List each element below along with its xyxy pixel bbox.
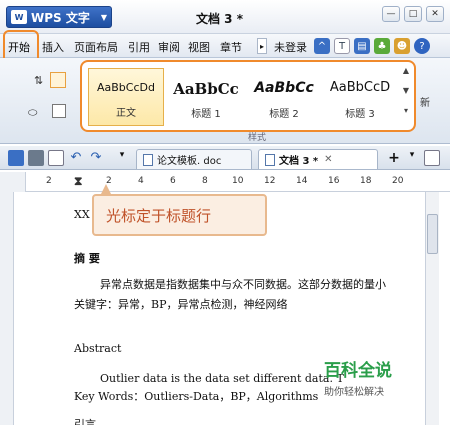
window-split-icon[interactable] [424, 150, 440, 166]
style-heading-1[interactable]: AaBbCc 标题 1 [168, 68, 244, 126]
ruler-number: 4 [138, 176, 144, 186]
ruler-number: 8 [202, 176, 208, 186]
ruler-number: 14 [296, 176, 308, 186]
menu-tab-insert[interactable]: 插入 [42, 39, 64, 55]
style-normal[interactable]: AaBbCcDd 正文 [88, 68, 164, 126]
close-tab-icon[interactable]: ✕ [324, 154, 332, 165]
help-icon[interactable]: ? [414, 38, 430, 54]
ruler-number: 12 [264, 176, 276, 186]
tab-list-dropdown-icon[interactable]: ▾ [404, 150, 420, 166]
window-controls: — □ ✕ [382, 6, 444, 22]
close-button[interactable]: ✕ [426, 6, 444, 22]
abstract-body-en[interactable]: Outlier data is the data set different d… [100, 372, 344, 385]
ruler-number: 6 [170, 176, 176, 186]
watermark-title: 百科全说 [324, 361, 392, 381]
keywords-en[interactable]: Key Words：Outliers-Data，BP，Algorithms [74, 388, 318, 404]
vertical-ruler [0, 192, 14, 425]
style-gallery: AaBbCcDd 正文 AaBbCc 标题 1 AaBbCc 标题 2 AaBb… [80, 60, 416, 132]
save-icon[interactable] [8, 150, 24, 166]
watermark-subtitle: 助你轻松解决 [324, 387, 384, 398]
ruler-number: 16 [328, 176, 340, 186]
intro-heading[interactable]: 引言 [74, 416, 96, 425]
ruler-number: 10 [232, 176, 244, 186]
ruler-corner [0, 172, 26, 192]
doc-tab-label: 文档 3 * [279, 156, 319, 167]
style-normal-label: 正文 [116, 108, 136, 119]
style-heading-2[interactable]: AaBbCc 标题 2 [246, 68, 322, 126]
more-styles-icon[interactable]: ▾ [400, 106, 412, 126]
document-icon [143, 153, 153, 166]
abstract-heading-en[interactable]: Abstract [74, 342, 121, 355]
chevron-down-icon: ▼ [100, 12, 107, 22]
format-painter-icon[interactable]: ⇅ [34, 74, 43, 87]
ribbon-group-label: 样式 [248, 133, 267, 143]
doc-tab-document-3[interactable]: 文档 3 * ✕ [258, 149, 378, 169]
wps-app-menu-button[interactable]: W WPS 文字 ▼ [6, 6, 112, 28]
doc-title-line[interactable]: XX [74, 208, 90, 221]
scrollbar-thumb[interactable] [427, 214, 438, 254]
app-menu-label: WPS 文字 [31, 10, 90, 25]
menu-tab-reference[interactable]: 引用 [128, 39, 150, 55]
style-heading-3-label: 标题 3 [345, 109, 375, 120]
menu-scroll-right-icon[interactable]: ▸ [257, 38, 267, 54]
shirt-icon[interactable]: T [334, 38, 350, 54]
watermark: 百科全说 助你轻松解决 [324, 356, 424, 398]
keywords-cn[interactable]: 关键字：异常，BP，异常点检测，神经网络 [74, 296, 287, 312]
skin-icon[interactable]: ^ [314, 38, 330, 54]
vertical-scrollbar[interactable] [425, 192, 439, 425]
abstract-heading-cn[interactable]: 摘 要 [74, 250, 100, 266]
style-normal-sample: AaBbCcDd [97, 81, 155, 94]
style-heading-2-label: 标题 2 [269, 109, 299, 120]
horizontal-ruler[interactable]: 2 ⧗ 2 4 6 8 10 12 14 16 18 20 [26, 172, 450, 192]
style-heading-3[interactable]: AaBbCcD 标题 3 [322, 68, 398, 126]
style-heading-1-label: 标题 1 [191, 109, 221, 120]
shop-icon[interactable]: ♣ [374, 38, 390, 54]
scroll-up-icon[interactable]: ▲ [400, 66, 412, 86]
style-heading-2-sample: AaBbCc [254, 80, 314, 96]
wps-logo-icon: W [11, 10, 27, 24]
menu-tab-page-layout[interactable]: 页面布局 [74, 39, 118, 55]
user-icon[interactable]: ☻ [394, 38, 410, 54]
maximize-button[interactable]: □ [404, 6, 422, 22]
redo-icon[interactable]: ↷ [88, 150, 104, 166]
menu-tab-chapter[interactable]: 章节 [220, 39, 242, 55]
print-icon[interactable] [28, 150, 44, 166]
fill-color-icon[interactable]: ⬭ [28, 106, 37, 120]
ribbon-left-tools: ⇅ ⬭ [22, 68, 72, 128]
ribbon-new-label[interactable]: 新 [420, 94, 430, 109]
style-gallery-scroll: ▲ ▼ ▾ [400, 66, 412, 128]
abstract-body-cn[interactable]: 异常点数据是指数据集中与众不同数据。这部分数据的量小 [100, 276, 386, 292]
new-tab-button[interactable]: + [386, 150, 402, 166]
template-icon[interactable]: ▤ [354, 38, 370, 54]
menu-tab-review[interactable]: 审阅 [158, 39, 180, 55]
table-grid-icon[interactable] [52, 104, 66, 118]
indent-marker-icon[interactable]: ⧗ [74, 174, 82, 189]
menu-right-icons: ^ T ▤ ♣ ☻ ? [314, 38, 430, 54]
scroll-down-icon[interactable]: ▼ [400, 86, 412, 106]
window-title: 文档 3 * [196, 12, 243, 26]
doc-tab-paper-template[interactable]: 论文模板. doc [136, 149, 252, 169]
ruler-number: 2 [46, 176, 52, 186]
doc-tab-label: 论文模板. doc [157, 156, 222, 167]
border-icon[interactable] [50, 72, 66, 88]
style-heading-1-sample: AaBbCc [173, 80, 239, 98]
quick-access-dropdown-icon[interactable]: ▾ [114, 150, 130, 166]
style-heading-3-sample: AaBbCcD [329, 80, 391, 95]
undo-icon[interactable]: ↶ [68, 150, 84, 166]
ruler-number: 18 [360, 176, 372, 186]
minimize-button[interactable]: — [382, 6, 400, 22]
cursor-hint-callout: 光标定于标题行 [92, 184, 267, 236]
document-icon [265, 153, 275, 166]
login-status[interactable]: 未登录 [274, 39, 307, 55]
ruler-number: 20 [392, 176, 404, 186]
document-tabs-bar: ↶ ↷ ▾ 论文模板. doc 文档 3 * ✕ + ▾ [0, 146, 450, 170]
menu-tab-view[interactable]: 视图 [188, 39, 210, 55]
title-bar: W WPS 文字 ▼ 文档 3 * — □ ✕ [0, 0, 450, 34]
print-preview-icon[interactable] [48, 150, 64, 166]
